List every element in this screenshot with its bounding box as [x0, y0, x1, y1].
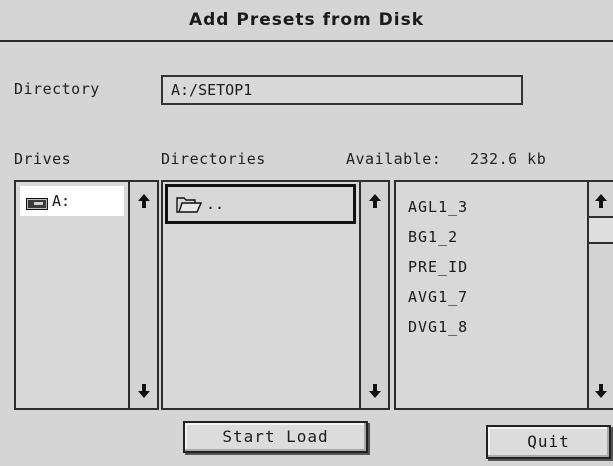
- scroll-down-arrow-icon[interactable]: [361, 380, 388, 402]
- drives-scrollbar[interactable]: [128, 182, 157, 408]
- quit-button[interactable]: Quit: [486, 425, 611, 459]
- dialog-title: Add Presets from Disk: [188, 10, 425, 30]
- disk-drive-icon: [26, 195, 48, 214]
- directory-item-selected[interactable]: ..: [165, 184, 356, 224]
- file-item[interactable]: AGL1_3: [408, 198, 468, 216]
- directory-field[interactable]: A:/SETOP1: [161, 75, 523, 105]
- directory-label: Directory: [14, 80, 100, 98]
- drives-label: Drives: [14, 150, 72, 168]
- file-item[interactable]: BG1_2: [408, 228, 458, 246]
- directories-scrollbar[interactable]: [359, 182, 388, 408]
- file-item[interactable]: PRE_ID: [408, 258, 468, 276]
- directories-list[interactable]: ..: [161, 180, 390, 410]
- files-list[interactable]: AGL1_3 BG1_2 PRE_ID AVG1_7 DVG1_8: [394, 180, 613, 410]
- file-item[interactable]: DVG1_8: [408, 318, 468, 336]
- directory-parent-label: ..: [206, 195, 225, 213]
- scroll-up-arrow-icon[interactable]: [589, 190, 613, 212]
- scroll-down-arrow-icon[interactable]: [130, 380, 157, 402]
- scroll-up-arrow-icon[interactable]: [361, 190, 388, 212]
- scrollbar-thumb[interactable]: [589, 216, 613, 244]
- directories-label: Directories: [161, 150, 266, 168]
- title-divider: [0, 40, 613, 42]
- scroll-up-arrow-icon[interactable]: [130, 190, 157, 212]
- available-label: Available:: [346, 150, 442, 168]
- drive-item-selected[interactable]: A:: [20, 186, 124, 216]
- folder-open-icon: [176, 197, 203, 217]
- file-item[interactable]: AVG1_7: [408, 288, 468, 306]
- drives-list[interactable]: A:: [14, 180, 159, 410]
- files-scrollbar[interactable]: [587, 182, 613, 408]
- available-value: 232.6 kb: [470, 150, 547, 168]
- drive-label: A:: [52, 192, 71, 210]
- scroll-down-arrow-icon[interactable]: [589, 380, 613, 402]
- start-load-button[interactable]: Start Load: [183, 421, 368, 453]
